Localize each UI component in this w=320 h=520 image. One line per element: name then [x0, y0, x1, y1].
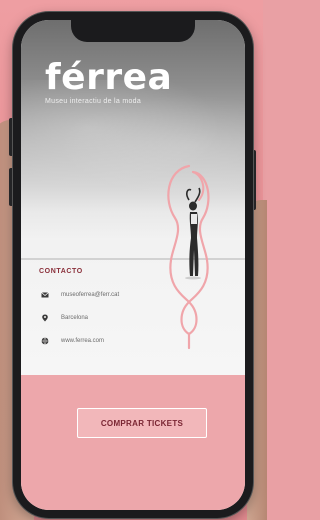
contact-location[interactable]: Barcelona	[61, 315, 88, 321]
contact-email[interactable]: museoferrea@ferr.cat	[61, 292, 119, 298]
mail-icon	[41, 291, 49, 299]
contact-section: CONTACTO museoferrea@ferr.cat Barcelona …	[39, 268, 219, 358]
cta-panel: COMPRAR TICKETS	[21, 375, 245, 510]
location-pin-icon	[41, 314, 49, 322]
contact-website[interactable]: www.ferrea.com	[61, 338, 104, 344]
phone-screen: férrea Museu interactiu de la moda CONTA…	[21, 20, 245, 510]
phone-notch	[71, 20, 195, 42]
contact-location-row[interactable]: Barcelona	[39, 312, 219, 324]
brand-logo: férrea	[45, 57, 173, 98]
brand-tagline: Museu interactiu de la moda	[45, 98, 142, 105]
contact-website-row[interactable]: www.ferrea.com	[39, 335, 219, 347]
globe-icon	[41, 337, 49, 345]
contact-email-row[interactable]: museoferrea@ferr.cat	[39, 289, 219, 301]
buy-tickets-button[interactable]: COMPRAR TICKETS	[77, 408, 207, 438]
phone-frame: férrea Museu interactiu de la moda CONTA…	[13, 12, 253, 518]
contact-heading: CONTACTO	[39, 268, 83, 275]
